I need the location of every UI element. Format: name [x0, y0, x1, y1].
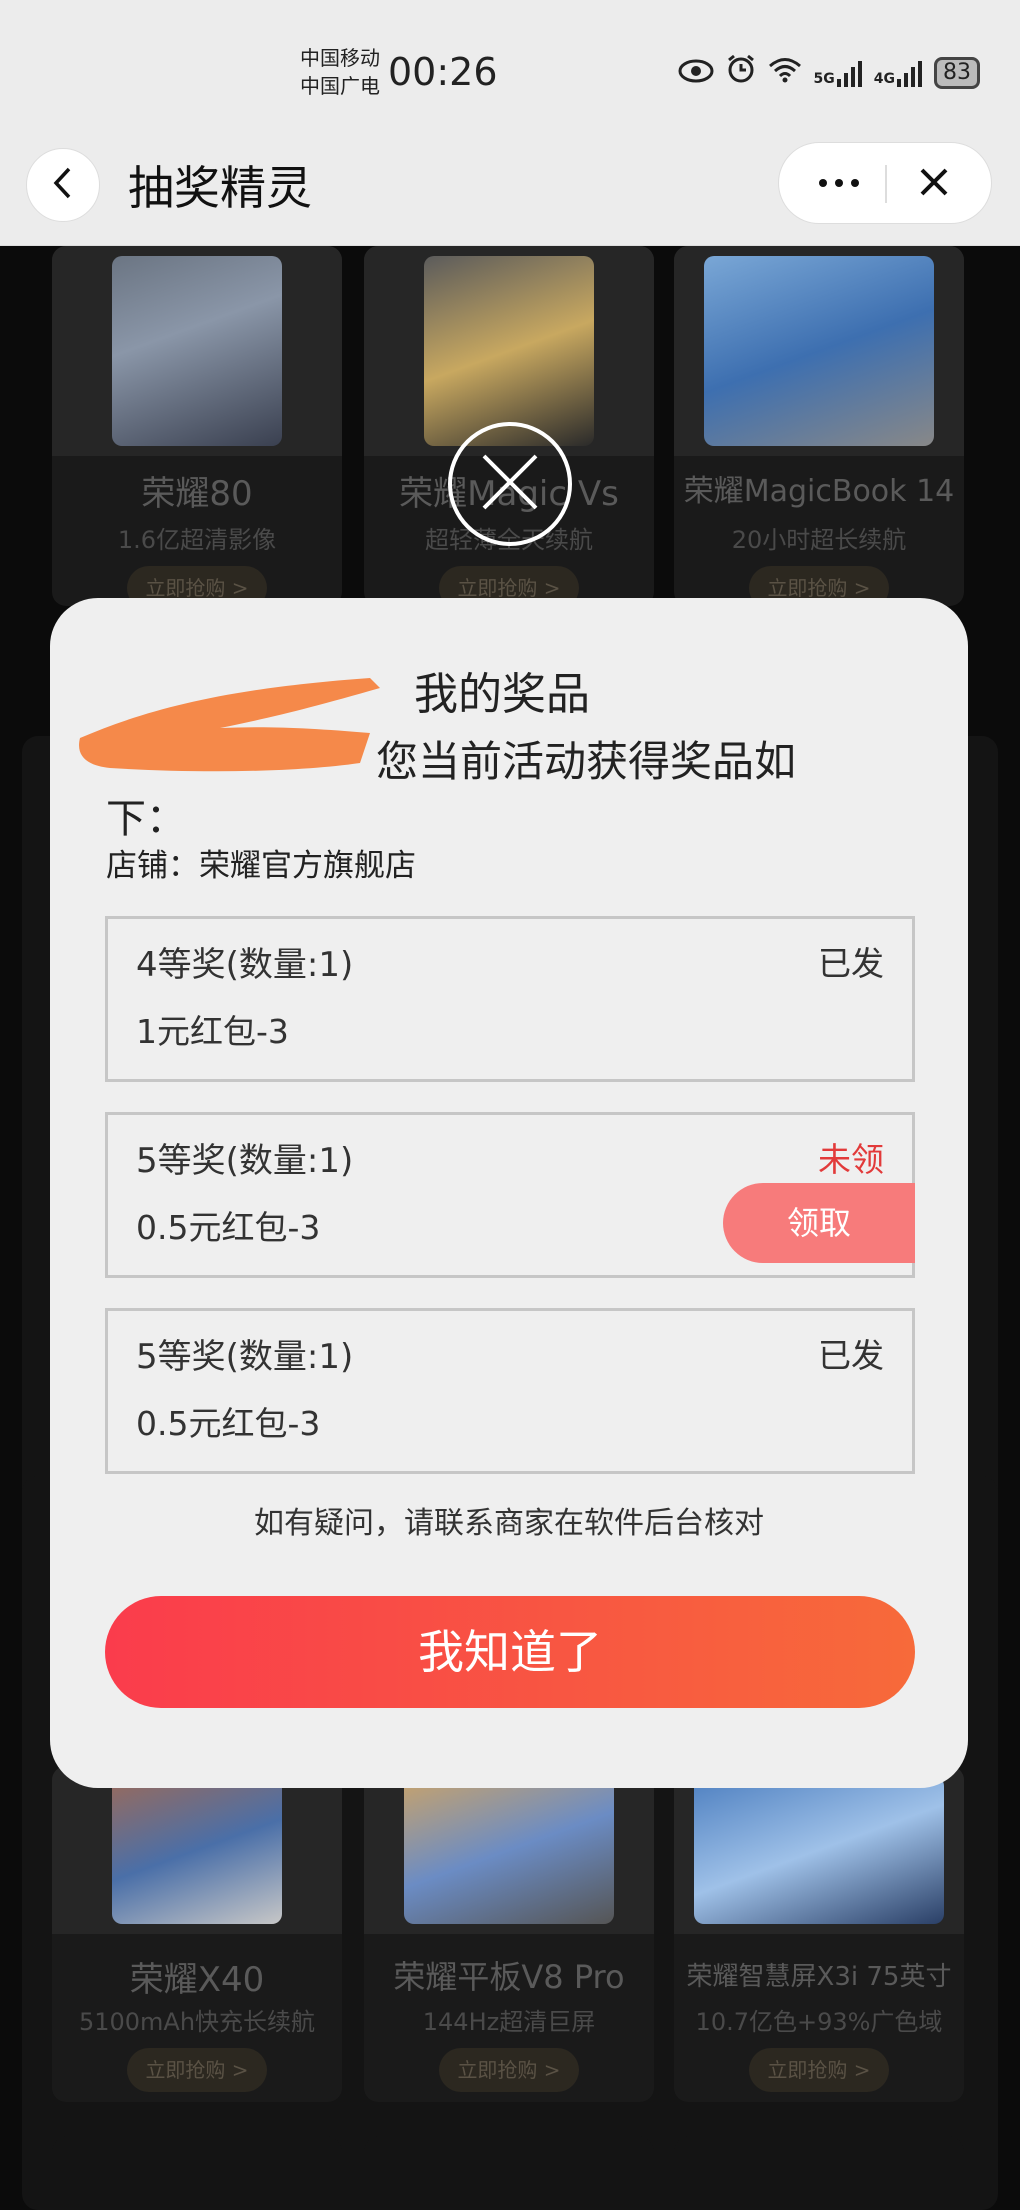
buy-button[interactable]: 立即抢购 >: [439, 2048, 579, 2092]
prize-item: 0.5元红包-3: [136, 1404, 321, 1443]
signal-5g-icon: 5G: [814, 59, 862, 87]
carrier-2: 中国广电: [300, 74, 380, 98]
back-button[interactable]: [26, 148, 100, 222]
product-card[interactable]: 荣耀智慧屏X3i 75英寸 10.7亿色+93%广色域 立即抢购 >: [674, 1766, 964, 2102]
product-name: 荣耀MagicBook 14: [683, 474, 955, 509]
product-subtitle: 10.7亿色+93%广色域: [695, 2008, 943, 2036]
prize-level: 5等奖(数量:1): [136, 1141, 354, 1181]
product-subtitle: 1.6亿超清影像: [117, 526, 277, 554]
prize-status: 已发: [818, 944, 884, 983]
prize-entry: 4等奖(数量:1) 1元红包-3 已发: [105, 916, 915, 1082]
prize-level: 4等奖(数量:1): [136, 945, 354, 985]
prize-level: 5等奖(数量:1): [136, 1337, 354, 1377]
buy-button[interactable]: 立即抢购 >: [749, 2048, 889, 2092]
net-type-1: 5G: [813, 71, 835, 87]
shop-label: 店铺：荣耀官方旗舰店: [106, 848, 416, 884]
product-name: 荣耀80: [141, 474, 253, 514]
more-dots-icon: [819, 179, 859, 187]
product-card: [52, 2136, 342, 2210]
redaction-scribble: [79, 678, 381, 772]
capsule-menu: [778, 142, 992, 224]
product-name: 荣耀智慧屏X3i 75英寸: [686, 1962, 952, 1992]
product-image: [364, 1766, 654, 1934]
product-card[interactable]: 荣耀MagicBook 14 20小时超长续航 立即抢购 >: [674, 246, 964, 606]
prize-item: 0.5元红包-3: [136, 1208, 321, 1247]
wifi-icon: [768, 56, 802, 91]
product-subtitle: 144Hz超清巨屏: [422, 2008, 596, 2036]
page-title: 抽奖精灵: [128, 161, 312, 215]
carrier-1: 中国移动: [300, 46, 380, 70]
capsule-divider: [885, 165, 887, 203]
product-card[interactable]: 荣耀X40 5100mAh快充长续航 立即抢购 >: [52, 1766, 342, 2102]
product-subtitle: 20小时超长续航: [731, 526, 907, 554]
product-card: [364, 2136, 654, 2210]
prize-entry: 5等奖(数量:1) 0.5元红包-3 未领 领取: [105, 1112, 915, 1278]
chevron-left-icon: [51, 166, 75, 204]
product-image: [674, 246, 964, 456]
mini-program-nav-bar: 抽奖精灵: [0, 140, 1020, 246]
modal-intro-text: 您当前活动获得奖品如: [376, 737, 797, 786]
prize-item: 1元红包-3: [136, 1012, 289, 1051]
signal-4g-icon: 4G: [874, 59, 922, 87]
prize-status: 未领: [818, 1140, 884, 1179]
close-miniprogram-button[interactable]: [909, 159, 959, 209]
eye-icon: [678, 56, 714, 91]
status-icons: 5G 4G 83: [678, 54, 980, 92]
more-button[interactable]: [809, 161, 869, 205]
dismiss-modal-button[interactable]: [448, 422, 572, 546]
product-subtitle: 5100mAh快充长续航: [78, 2008, 316, 2036]
prize-status: 已发: [818, 1336, 884, 1375]
claim-button[interactable]: 领取: [723, 1183, 915, 1263]
modal-title: 我的奖品: [414, 669, 590, 720]
confirm-button[interactable]: 我知道了: [105, 1596, 915, 1708]
product-image: [52, 1766, 342, 1934]
status-bar: 中国移动 中国广电 00:26 5G 4G 83: [0, 0, 1020, 140]
carrier-labels: 中国移动 中国广电: [300, 44, 380, 100]
modal-intro-text-cont: 下：: [106, 796, 186, 842]
battery-icon: 83: [934, 57, 980, 89]
product-image: [52, 246, 342, 456]
product-name: 荣耀平板V8 Pro: [393, 1958, 625, 1996]
net-type-2: 4G: [873, 71, 895, 87]
status-clock: 00:26: [388, 50, 498, 94]
buy-button[interactable]: 立即抢购 >: [127, 2048, 267, 2092]
product-card[interactable]: 荣耀80 1.6亿超清影像 立即抢购 >: [52, 246, 342, 606]
close-icon: [478, 450, 542, 518]
product-card: [674, 2136, 964, 2210]
product-card[interactable]: 荣耀平板V8 Pro 144Hz超清巨屏 立即抢购 >: [364, 1766, 654, 2102]
prize-entry: 5等奖(数量:1) 0.5元红包-3 已发: [105, 1308, 915, 1474]
product-image: [674, 1766, 964, 1934]
my-prizes-modal: 我的奖品 您当前活动获得奖品如 下： 店铺：荣耀官方旗舰店 4等奖(数量:1) …: [50, 598, 968, 1788]
help-note: 如有疑问，请联系商家在软件后台核对: [254, 1506, 764, 1541]
alarm-icon: [726, 54, 756, 92]
close-icon: [918, 166, 950, 202]
product-name: 荣耀X40: [129, 1960, 265, 2000]
